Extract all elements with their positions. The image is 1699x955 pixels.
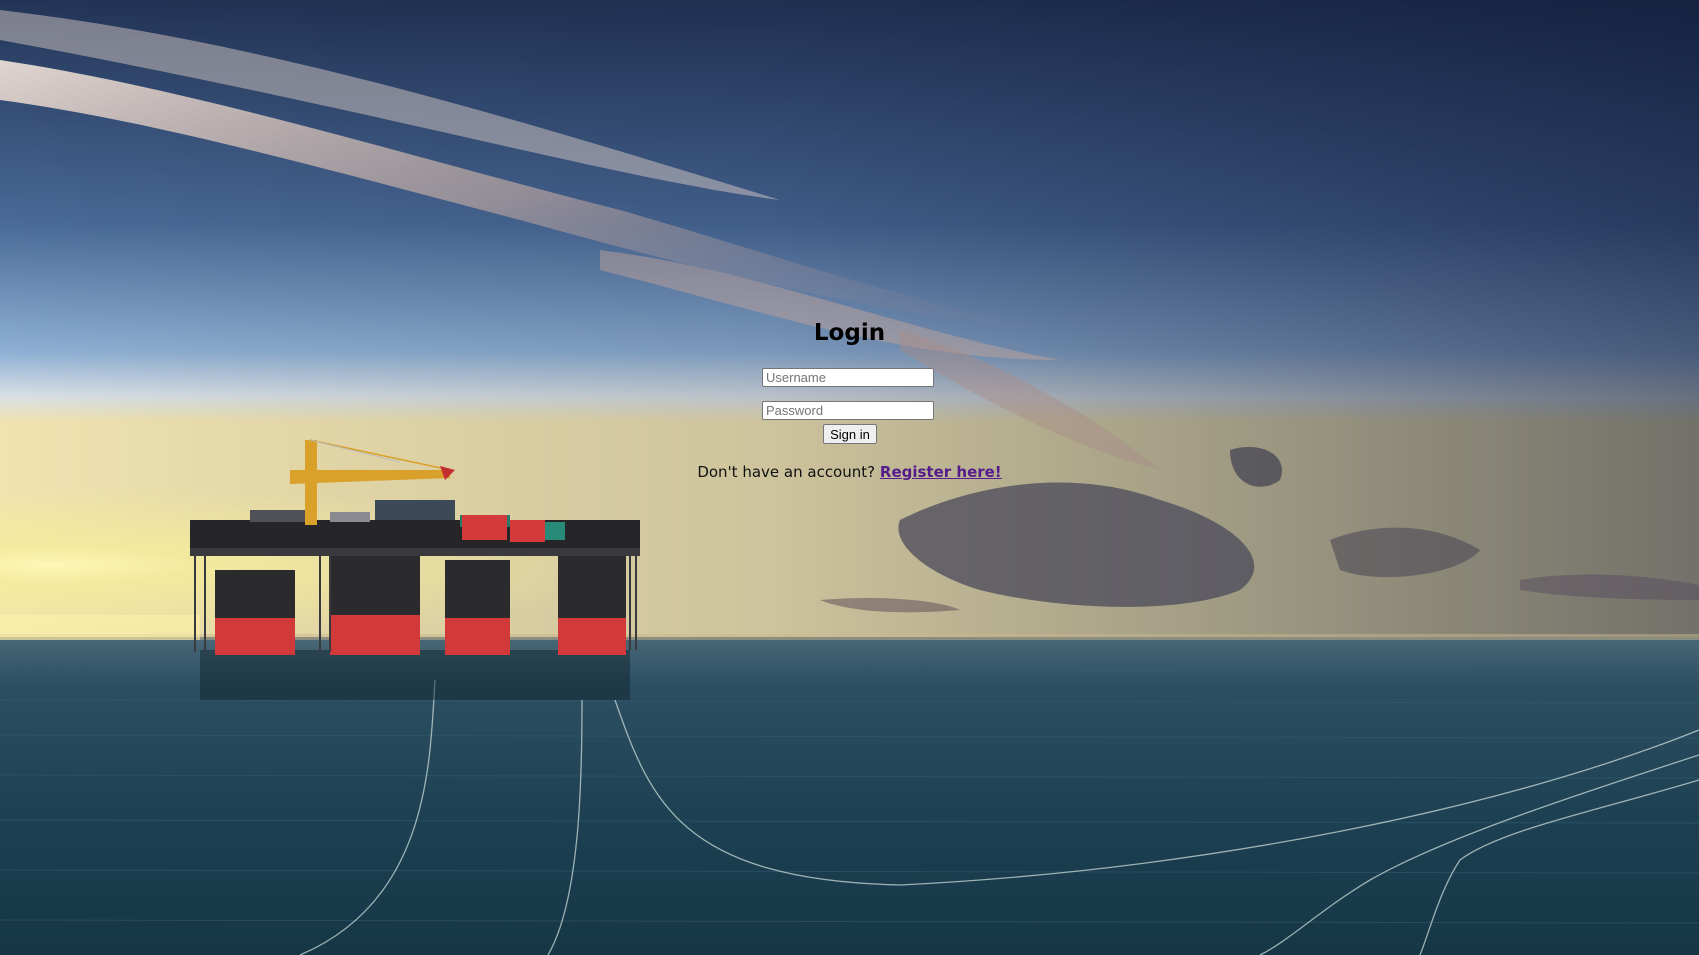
username-input[interactable] <box>762 368 934 387</box>
register-link[interactable]: Register here! <box>880 463 1002 481</box>
login-page: Login Sign in Don't have an account? Reg… <box>0 0 1699 955</box>
register-prompt-line: Don't have an account? Register here! <box>0 460 1699 484</box>
login-form: Login Sign in Don't have an account? Reg… <box>0 0 1699 955</box>
sign-in-button[interactable]: Sign in <box>823 424 877 444</box>
password-input[interactable] <box>762 401 934 420</box>
login-title: Login <box>813 320 886 346</box>
register-prompt-text: Don't have an account? <box>697 463 876 481</box>
